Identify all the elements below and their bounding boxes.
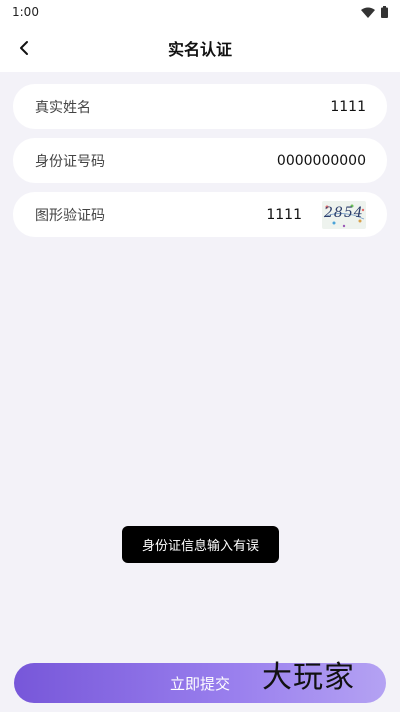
id-number-row: 身份证号码 [13, 138, 387, 183]
status-icons [361, 6, 388, 18]
submit-button[interactable]: 立即提交 [14, 663, 386, 703]
nav-bar: 实名认证 [0, 24, 400, 72]
id-number-input[interactable] [206, 152, 366, 169]
chevron-left-icon [20, 41, 28, 55]
verification-form: 真实姓名 身份证号码 图形验证码 [13, 84, 387, 246]
status-bar: 1:00 [0, 0, 400, 24]
error-toast: 身份证信息输入有误 [122, 526, 279, 563]
id-number-label: 身份证号码 [35, 153, 105, 170]
page-title: 实名认证 [167, 40, 232, 59]
real-name-row: 真实姓名 [13, 84, 387, 129]
captcha-row: 图形验证码 2854 [13, 192, 387, 237]
captcha-group: 2854 [262, 200, 366, 229]
status-time: 1:00 [12, 5, 39, 19]
captcha-code: 2854 [324, 204, 364, 221]
real-name-input[interactable] [246, 98, 366, 115]
wifi-icon [361, 7, 375, 18]
captcha-label: 图形验证码 [35, 207, 105, 224]
captcha-input[interactable] [262, 206, 302, 223]
back-button[interactable] [8, 32, 40, 64]
captcha-image[interactable]: 2854 [322, 200, 366, 229]
battery-icon [381, 6, 388, 18]
screen: 1:00 实名认证 真实姓名 身份证号码 图形验证码 [0, 0, 400, 712]
real-name-label: 真实姓名 [35, 99, 91, 116]
